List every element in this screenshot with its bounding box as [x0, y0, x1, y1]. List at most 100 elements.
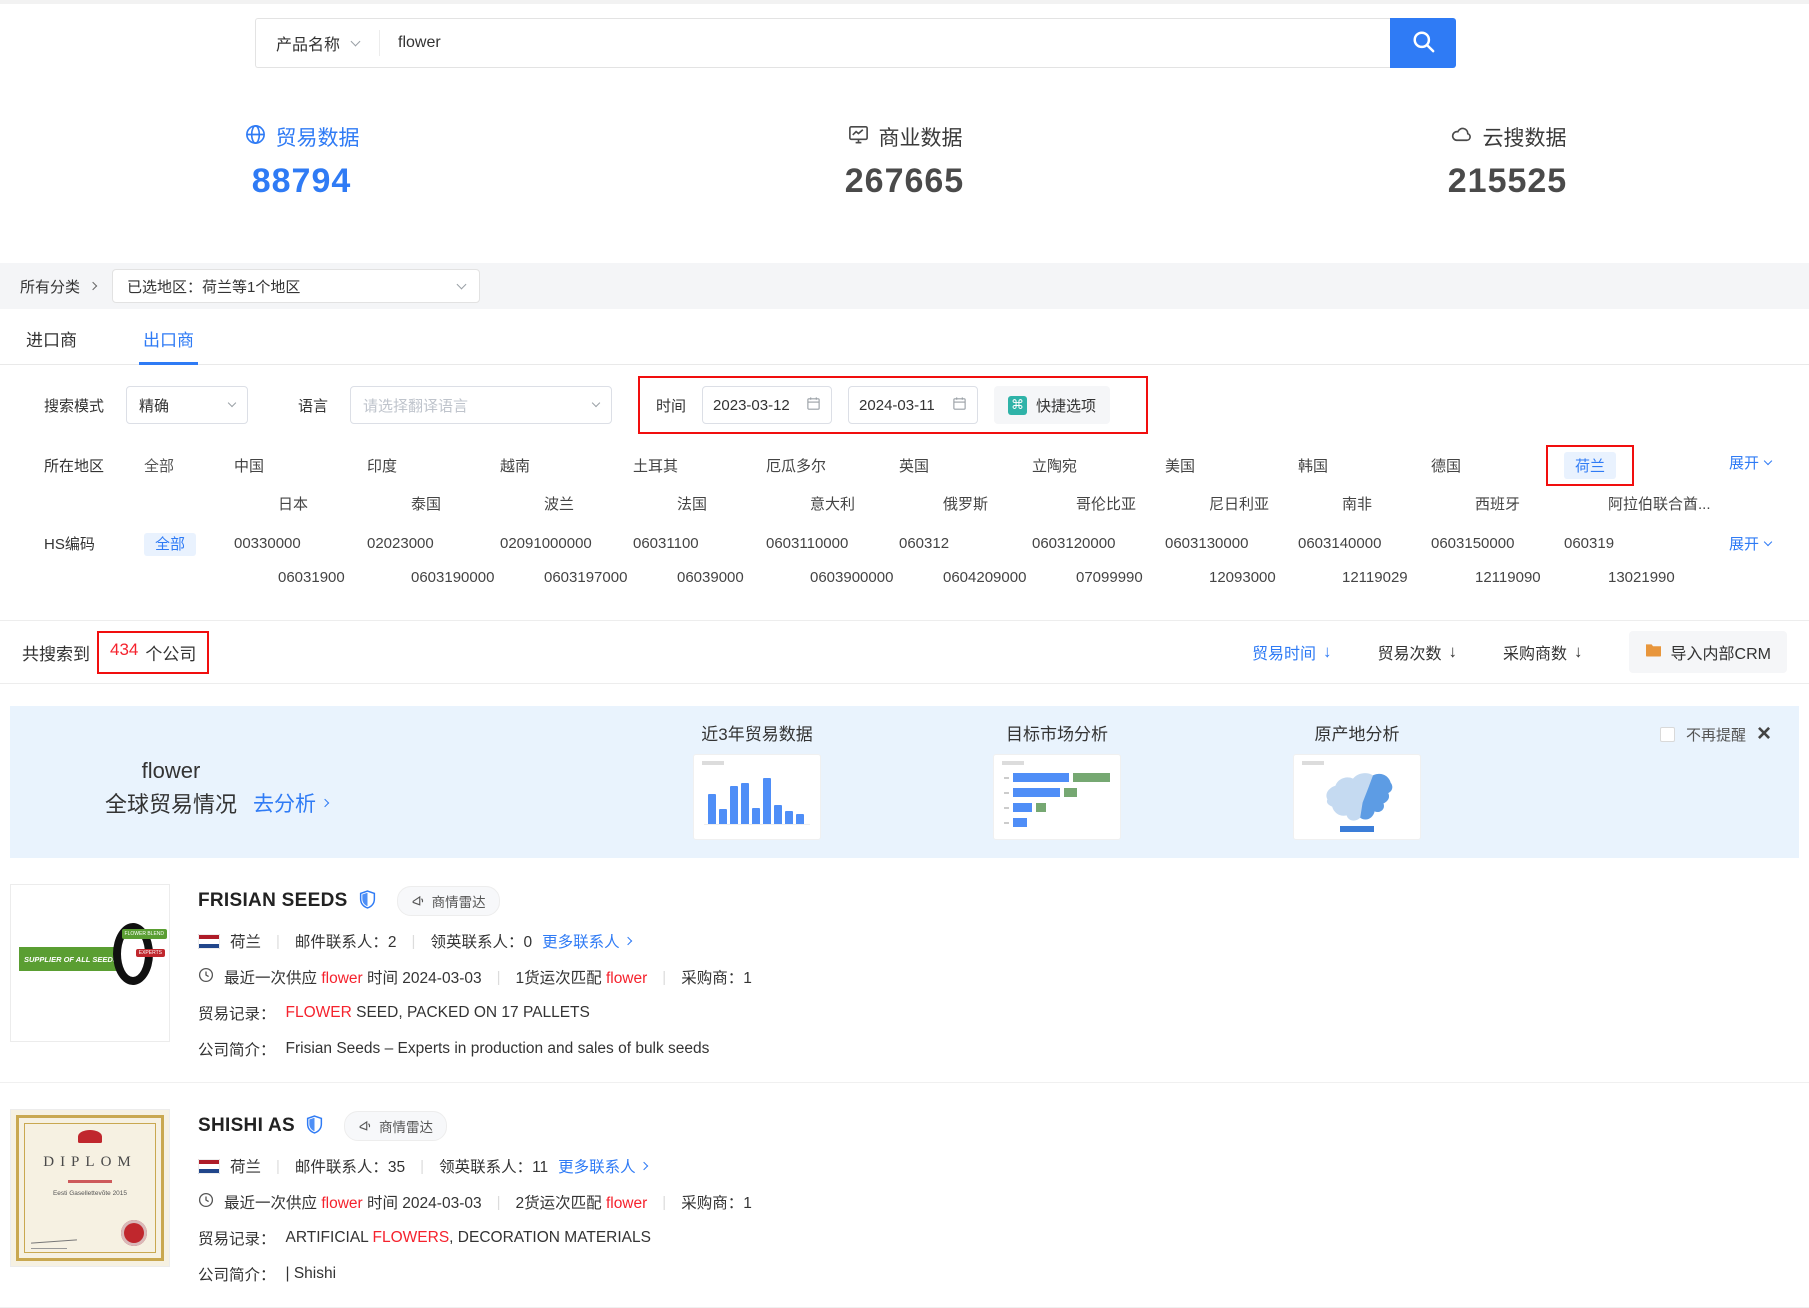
diploma-red-line: [68, 1180, 112, 1183]
hs-code-item[interactable]: 00330000: [234, 535, 367, 552]
hs-filter-row1: HS编码 全部 00330000020230000209100000006031…: [44, 526, 1809, 560]
hs-code-item[interactable]: 0603120000: [1032, 535, 1165, 552]
company-name[interactable]: FRISIAN SEEDS: [198, 890, 348, 912]
date-to-input[interactable]: 2024-03-11: [848, 386, 978, 424]
sort-buyer-count[interactable]: 采购商数 ↓: [1503, 640, 1583, 664]
dont-remind-checkbox[interactable]: [1660, 727, 1675, 742]
stat-business-data[interactable]: 商业数据 267665: [603, 122, 1206, 201]
stat-cloud-search-data[interactable]: 云搜数据 215525: [1206, 122, 1809, 201]
region-item[interactable]: 哥伦比亚: [1076, 493, 1209, 514]
region-all[interactable]: 全部: [144, 458, 174, 475]
business-radar-badge[interactable]: 商情雷达: [397, 886, 500, 916]
language-placeholder: 请选择翻译语言: [363, 395, 468, 416]
go-analyze-link[interactable]: 去分析: [253, 788, 328, 818]
search-button[interactable]: [1390, 18, 1456, 68]
region-item[interactable]: 意大利: [810, 493, 943, 514]
company-logo[interactable]: SUPPLIER OF ALL SEEDS FLOWER BLEND EXPER…: [10, 884, 170, 1042]
hs-filter-label: HS编码: [44, 533, 144, 554]
more-contacts-link[interactable]: 更多联系人: [558, 1155, 647, 1177]
region-item[interactable]: 韩国: [1298, 455, 1431, 476]
verified-shield-icon[interactable]: [359, 890, 376, 913]
region-item-selected[interactable]: 荷兰: [1564, 452, 1616, 479]
region-item[interactable]: 厄瓜多尔: [766, 455, 899, 476]
hs-code-item[interactable]: 060319: [1564, 535, 1697, 552]
hs-code-item[interactable]: 0603197000: [544, 569, 677, 586]
linkedin-contacts: 领英联系人：11: [439, 1155, 548, 1177]
arrow-down-icon: ↓: [1574, 642, 1583, 662]
go-analyze-label: 去分析: [253, 788, 316, 818]
sort-trade-time[interactable]: 贸易时间 ↓: [1252, 640, 1332, 664]
hs-code-item[interactable]: 12093000: [1209, 569, 1342, 586]
company-logo[interactable]: DIPLOM Eesti Gasellettevõte 2015: [10, 1109, 170, 1267]
region-item[interactable]: 阿拉伯联合酋...: [1608, 493, 1741, 514]
hs-code-item[interactable]: 07099990: [1076, 569, 1209, 586]
import-crm-button[interactable]: 导入内部CRM: [1629, 631, 1787, 673]
hs-code-item[interactable]: 12119029: [1342, 569, 1475, 586]
keyword-highlight: flower: [606, 970, 647, 987]
region-item[interactable]: 法国: [677, 493, 810, 514]
close-icon[interactable]: ×: [1757, 722, 1771, 746]
hs-code-item[interactable]: 0603110000: [766, 535, 899, 552]
hs-code-item[interactable]: 0603900000: [810, 569, 943, 586]
search-category-dropdown[interactable]: 产品名称: [256, 19, 379, 67]
hs-code-item[interactable]: 06031900: [278, 569, 411, 586]
hs-code-item[interactable]: 0603140000: [1298, 535, 1431, 552]
importer-exporter-tabs: 进口商 出口商: [0, 309, 1809, 365]
mini-chart-caption: [702, 761, 724, 765]
region-item[interactable]: 美国: [1165, 455, 1298, 476]
region-item[interactable]: 泰国: [411, 493, 544, 514]
hs-code-item[interactable]: 0604209000: [943, 569, 1076, 586]
region-item[interactable]: 波兰: [544, 493, 677, 514]
hs-code-item[interactable]: 0603130000: [1165, 535, 1298, 552]
mini-bar: [785, 811, 793, 824]
language-select[interactable]: 请选择翻译语言: [350, 386, 612, 424]
region-item[interactable]: 日本: [278, 493, 411, 514]
cloud-icon: [1449, 123, 1474, 152]
hs-expand-button[interactable]: 展开: [1729, 533, 1771, 554]
region-item[interactable]: 德国: [1431, 455, 1564, 476]
region-item[interactable]: 越南: [500, 455, 633, 476]
banner-chart-trade[interactable]: 近3年贸易数据: [693, 720, 821, 840]
region-item[interactable]: 印度: [367, 455, 500, 476]
tab-exporter[interactable]: 出口商: [139, 309, 198, 364]
hs-code-item[interactable]: 0603190000: [411, 569, 544, 586]
hs-code-item[interactable]: 06039000: [677, 569, 810, 586]
search-filters: 搜索模式 精确 语言 请选择翻译语言 时间 2023-03-12 2024-03…: [0, 365, 1809, 433]
mini-bar: [796, 814, 804, 824]
business-radar-badge[interactable]: 商情雷达: [344, 1111, 447, 1141]
breadcrumb-all-categories[interactable]: 所有分类: [20, 276, 96, 297]
hs-code-item[interactable]: 13021990: [1608, 569, 1741, 586]
search-mode-select[interactable]: 精确: [126, 386, 248, 424]
region-item[interactable]: 南非: [1342, 493, 1475, 514]
hs-all[interactable]: 全部: [144, 533, 196, 556]
hs-code-item[interactable]: 0603150000: [1431, 535, 1564, 552]
region-item[interactable]: 西班牙: [1475, 493, 1608, 514]
banner-chart-origin[interactable]: 原产地分析: [1293, 720, 1421, 840]
tab-importer[interactable]: 进口商: [22, 309, 81, 364]
banner-chart-market[interactable]: 目标市场分析: [993, 720, 1121, 840]
verified-shield-icon[interactable]: [306, 1115, 323, 1138]
diploma-subtitle: Eesti Gasellettevõte 2015: [11, 1190, 169, 1197]
region-expand-button[interactable]: 展开: [1729, 452, 1771, 473]
hs-code-item[interactable]: 060312: [899, 535, 1032, 552]
company-name[interactable]: SHISHI AS: [198, 1115, 295, 1137]
diploma-seal: [121, 1220, 147, 1246]
region-item[interactable]: 中国: [234, 455, 367, 476]
selected-region-dropdown[interactable]: 已选地区：荷兰等1个地区: [112, 269, 480, 303]
hs-code-item[interactable]: 12119090: [1475, 569, 1608, 586]
region-item[interactable]: 土耳其: [633, 455, 766, 476]
region-item[interactable]: 英国: [899, 455, 1032, 476]
more-contacts-label: 更多联系人: [542, 930, 620, 952]
search-input[interactable]: [380, 19, 1390, 67]
region-item[interactable]: 尼日利亚: [1209, 493, 1342, 514]
more-contacts-link[interactable]: 更多联系人: [542, 930, 631, 952]
quick-options-button[interactable]: ⌘ 快捷选项: [994, 386, 1110, 424]
sort-trade-count[interactable]: 贸易次数 ↓: [1378, 640, 1458, 664]
hs-code-item[interactable]: 02091000000: [500, 535, 633, 552]
hs-code-item[interactable]: 02023000: [367, 535, 500, 552]
hs-code-item[interactable]: 06031100: [633, 535, 766, 552]
region-item[interactable]: 俄罗斯: [943, 493, 1076, 514]
stat-trade-data[interactable]: 贸易数据 88794: [0, 122, 603, 201]
region-item[interactable]: 立陶宛: [1032, 455, 1165, 476]
date-from-input[interactable]: 2023-03-12: [702, 386, 832, 424]
